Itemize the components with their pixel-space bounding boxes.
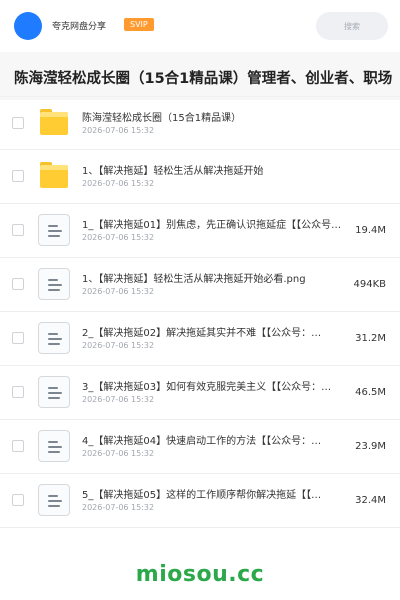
- file-name: 1、【解决拖延】轻松生活从解决拖延开始: [82, 166, 264, 177]
- select-checkbox[interactable]: [12, 494, 24, 506]
- document-icon: [38, 484, 70, 516]
- file-date: 2026-07-06 15:32: [82, 341, 155, 350]
- select-checkbox[interactable]: [12, 278, 24, 290]
- list-item[interactable]: 3_【解决拖延03】如何有效克服完美主义【【公众号：… 2026-07-06 1…: [0, 366, 400, 420]
- list-item[interactable]: 1、【解决拖延】轻松生活从解决拖延开始 2026-07-06 15:32: [0, 150, 400, 204]
- list-item[interactable]: 1_【解决拖延01】别焦虑，先正确认识拖延症【【公众号：… 2026-07-06…: [0, 204, 400, 258]
- page-title: 陈海滢轻松成长圈（15合1精品课）管理者、创业者、职场: [14, 71, 393, 87]
- document-icon: [38, 376, 70, 408]
- search-input[interactable]: [316, 12, 388, 40]
- list-item[interactable]: 4_【解决拖延04】快速启动工作的方法【【公众号：… 2026-07-06 15…: [0, 420, 400, 474]
- brand-name: 夸克网盘分享: [52, 22, 107, 32]
- folder-icon: [40, 109, 68, 135]
- file-size: 23.9M: [355, 441, 386, 452]
- watermark-text: miosou.cc: [135, 562, 265, 587]
- file-size: 32.4M: [355, 495, 386, 506]
- avatar[interactable]: [14, 12, 42, 40]
- file-name: 2_【解决拖延02】解决拖延其实并不难【【公众号：…: [82, 328, 322, 339]
- file-date: 2026-07-06 15:32: [82, 179, 155, 188]
- document-icon: [38, 430, 70, 462]
- file-date: 2026-07-06 15:32: [82, 449, 155, 458]
- select-checkbox[interactable]: [12, 332, 24, 344]
- svip-badge[interactable]: SVIP: [124, 18, 154, 31]
- select-checkbox[interactable]: [12, 117, 24, 129]
- file-size: 46.5M: [355, 387, 386, 398]
- file-name: 1、【解决拖延】轻松生活从解决拖延开始必看.png: [82, 274, 306, 285]
- file-name: 4_【解决拖延04】快速启动工作的方法【【公众号：…: [82, 436, 322, 447]
- file-date: 2026-07-06 15:32: [82, 233, 155, 242]
- select-checkbox[interactable]: [12, 224, 24, 236]
- list-item[interactable]: 1、【解决拖延】轻松生活从解决拖延开始必看.png 2026-07-06 15:…: [0, 258, 400, 312]
- select-checkbox[interactable]: [12, 440, 24, 452]
- file-name: 5_【解决拖延05】这样的工作顺序帮你解决拖延【【…: [82, 490, 322, 501]
- file-name: 1_【解决拖延01】别焦虑，先正确认识拖延症【【公众号：…: [82, 220, 344, 231]
- file-date: 2026-07-06 15:32: [82, 503, 155, 512]
- file-size: 19.4M: [355, 225, 386, 236]
- document-icon: [38, 214, 70, 246]
- document-icon: [38, 322, 70, 354]
- file-date: 2026-07-06 15:32: [82, 395, 155, 404]
- file-name: 3_【解决拖延03】如何有效克服完美主义【【公众号：…: [82, 382, 332, 393]
- file-name: 陈海滢轻松成长圈（15合1精品课）: [82, 113, 242, 124]
- list-item[interactable]: 5_【解决拖延05】这样的工作顺序帮你解决拖延【【… 2026-07-06 15…: [0, 474, 400, 528]
- list-item[interactable]: 2_【解决拖延02】解决拖延其实并不难【【公众号：… 2026-07-06 15…: [0, 312, 400, 366]
- share-title-bar: 陈海滢轻松成长圈（15合1精品课）管理者、创业者、职场: [0, 52, 400, 100]
- file-date: 2026-07-06 15:32: [82, 287, 155, 296]
- file-date: 2026-07-06 15:32: [82, 126, 155, 135]
- file-size: 494KB: [353, 279, 386, 290]
- folder-icon: [40, 162, 68, 188]
- select-checkbox[interactable]: [12, 170, 24, 182]
- list-item[interactable]: 陈海滢轻松成长圈（15合1精品课） 2026-07-06 15:32: [0, 96, 400, 150]
- document-icon: [38, 268, 70, 300]
- app-header: 夸克网盘分享 SVIP: [0, 0, 400, 52]
- file-list: 陈海滢轻松成长圈（15合1精品课） 2026-07-06 15:32 1、【解决…: [0, 96, 400, 528]
- select-checkbox[interactable]: [12, 386, 24, 398]
- file-size: 31.2M: [355, 333, 386, 344]
